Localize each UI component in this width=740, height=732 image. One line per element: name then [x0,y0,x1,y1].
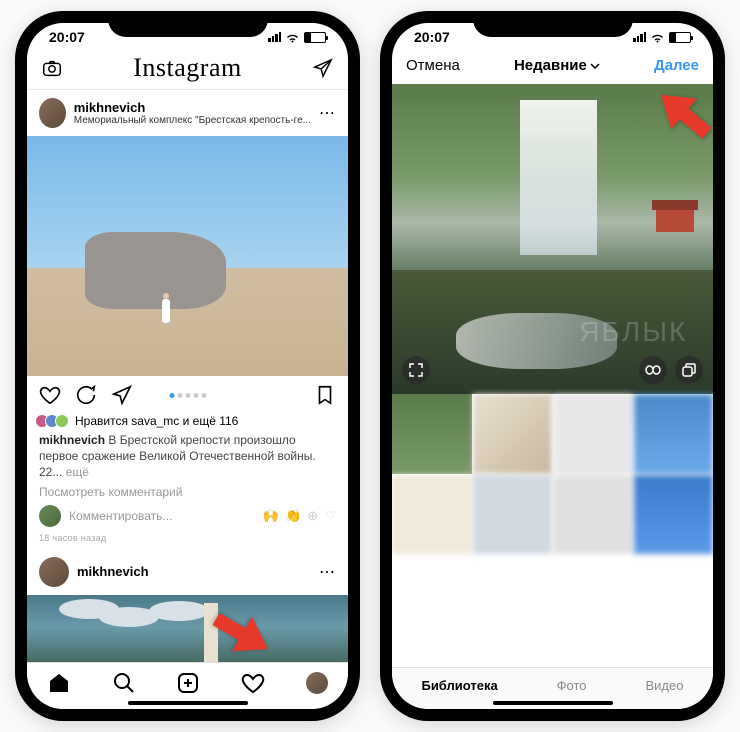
phone-right: 20:07 Отмена Недавние Далее ЯБЛЫК [380,11,725,721]
home-indicator[interactable] [128,701,248,705]
screen-picker: 20:07 Отмена Недавние Далее ЯБЛЫК [392,23,713,709]
profile-tab-icon[interactable] [306,672,328,694]
notch [473,11,633,37]
notch [108,11,268,37]
chevron-down-icon [590,63,600,69]
caption-more[interactable]: ещё [66,465,89,479]
status-icons [633,32,691,43]
photo-thumbnail[interactable] [553,475,633,555]
photo-grid [392,394,713,554]
add-post-tab-icon[interactable] [176,671,200,695]
more-options-icon[interactable]: ⋯ [319,103,336,123]
photo-thumbnail[interactable] [473,394,553,474]
photo-thumbnail[interactable] [634,475,714,555]
photo-thumbnail[interactable] [634,394,714,474]
camera-icon[interactable] [41,57,63,79]
status-time: 20:07 [414,29,450,45]
post-image[interactable] [27,136,348,376]
add-comment-row: Комментировать... 🙌 👏 ⊕ ♡ [27,499,348,533]
view-comments-link[interactable]: Посмотреть комментарий [27,481,348,499]
emoji-clap[interactable]: 👏 [285,508,301,524]
quick-emoji: 🙌 👏 ⊕ [263,508,318,524]
instagram-logo: Instagram [133,53,241,83]
instagram-header: Instagram [27,47,348,90]
home-indicator[interactable] [493,701,613,705]
home-tab-icon[interactable] [47,671,71,695]
liker-avatars [39,414,69,428]
battery-icon [669,32,691,43]
wifi-icon [285,32,300,43]
photo-thumbnail[interactable] [392,475,472,555]
likes-text: Нравится sava_mc и ещё 116 [75,414,238,428]
post-username[interactable]: mikhnevich [74,100,311,115]
photo-thumbnail[interactable] [553,394,633,474]
wifi-icon [650,32,665,43]
caption-username[interactable]: mikhnevich [39,433,105,447]
post-actions [27,376,348,414]
album-label: Недавние [514,57,587,74]
emoji-hands[interactable]: 🙌 [263,508,279,524]
my-avatar [39,505,61,527]
signal-icon [633,32,646,42]
avatar[interactable] [39,557,69,587]
post-location[interactable]: Мемориальный комплекс "Брестская крепост… [74,115,311,126]
cancel-button[interactable]: Отмена [406,57,460,74]
search-tab-icon[interactable] [112,671,136,695]
watermark: ЯБЛЫК [579,316,687,348]
album-selector[interactable]: Недавние [514,57,600,74]
like-icon[interactable] [39,384,61,406]
preview-controls [402,356,703,384]
battery-icon [304,32,326,43]
carousel-indicator [169,393,206,398]
post-caption: mikhnevich В Брестской крепости произошл… [27,432,348,481]
post2-username[interactable]: mikhnevich [77,564,149,579]
photo-thumbnail[interactable] [392,394,472,474]
screen-feed: 20:07 Instagram mikhnevich Мемориальный … [27,23,348,709]
photo-tab[interactable]: Фото [557,678,587,693]
post-timestamp: 18 часов назад [27,533,348,549]
signal-icon [268,32,281,42]
video-tab[interactable]: Видео [646,678,684,693]
emoji-plus-icon[interactable]: ⊕ [307,508,318,524]
picker-header: Отмена Недавние Далее [392,47,713,84]
comment-icon[interactable] [75,384,97,406]
comment-like-icon[interactable]: ♡ [326,509,336,522]
bookmark-icon[interactable] [314,384,336,406]
post2-header: mikhnevich ⋯ [27,549,348,595]
phone-left: 20:07 Instagram mikhnevich Мемориальный … [15,11,360,721]
expand-crop-icon[interactable] [402,356,430,384]
avatar[interactable] [39,98,66,128]
multi-select-icon[interactable] [675,356,703,384]
direct-message-icon[interactable] [312,57,334,79]
status-time: 20:07 [49,29,85,45]
more-options-icon[interactable]: ⋯ [319,562,336,582]
comment-input[interactable]: Комментировать... [69,509,255,523]
boomerang-icon[interactable] [639,356,667,384]
photo-thumbnail[interactable] [473,475,553,555]
likes-row[interactable]: Нравится sava_mc и ещё 116 [27,414,348,432]
library-tab[interactable]: Библиотека [421,678,497,693]
share-icon[interactable] [111,384,133,406]
post-header: mikhnevich Мемориальный комплекс "Брестс… [27,90,348,136]
status-icons [268,32,326,43]
